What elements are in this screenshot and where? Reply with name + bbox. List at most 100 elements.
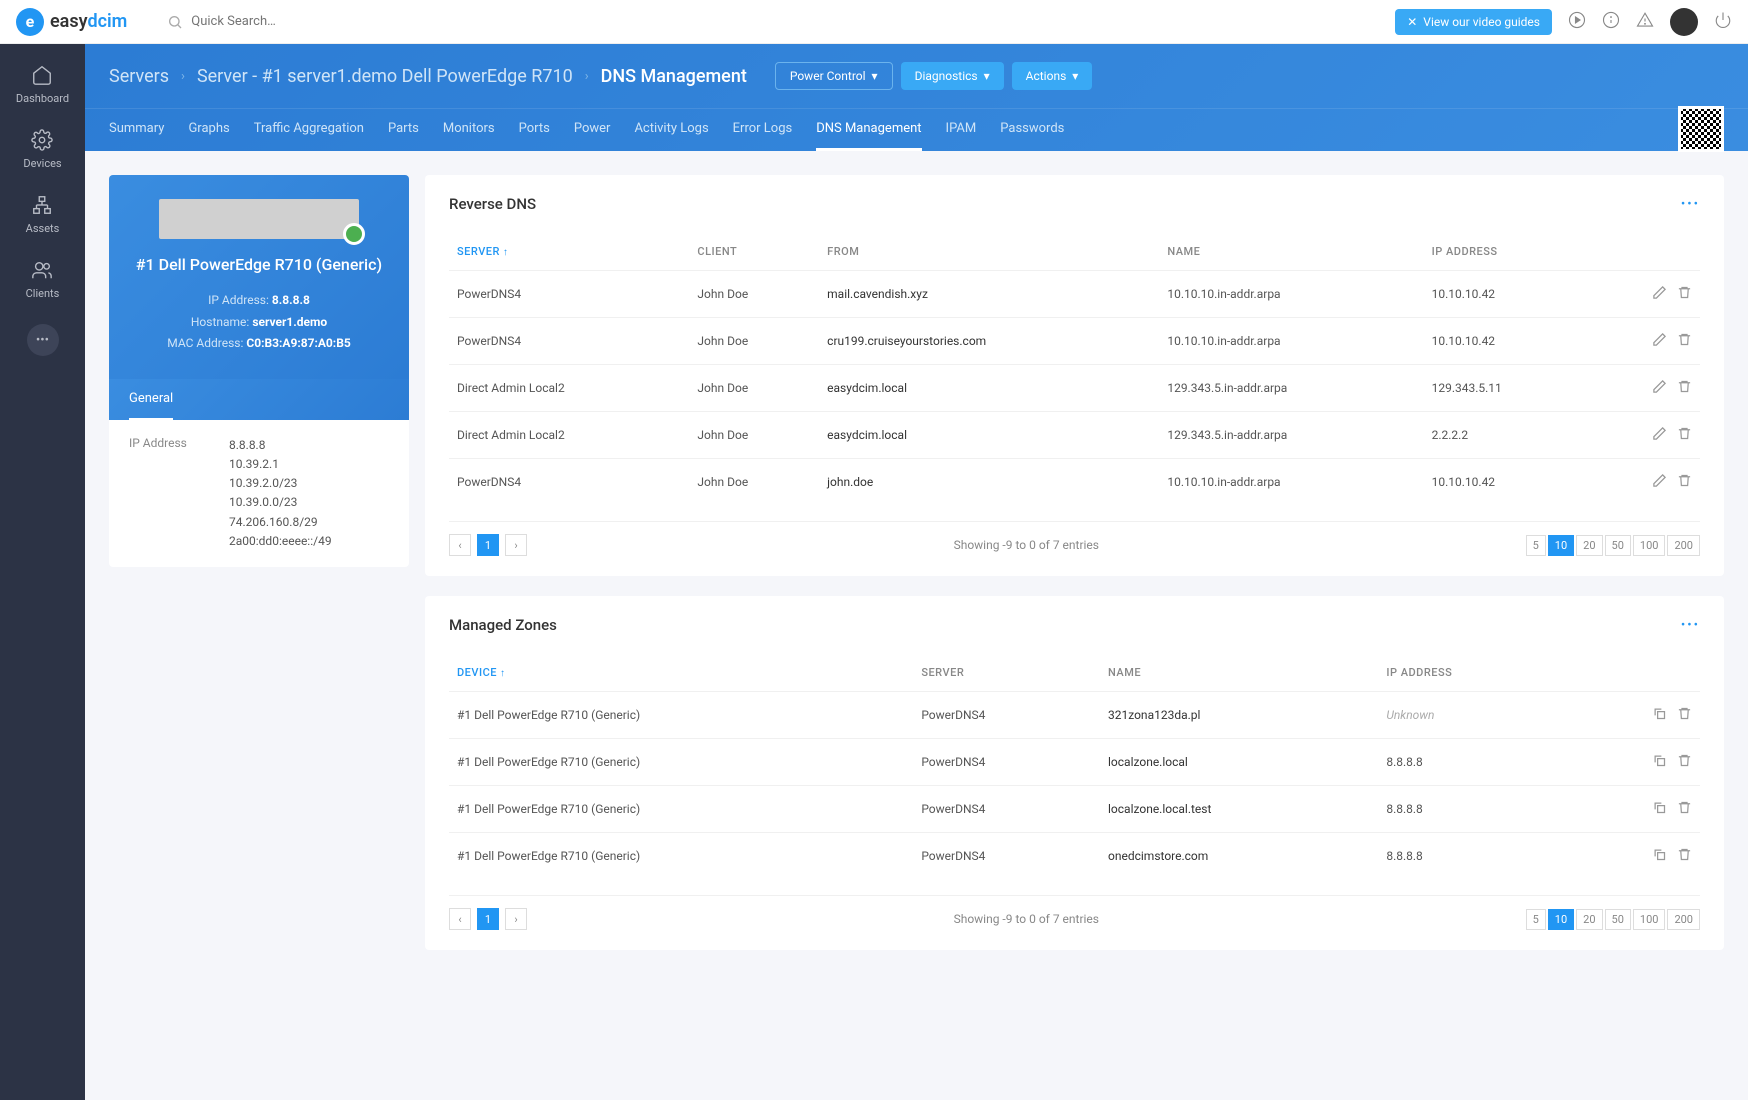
copy-icon[interactable] [1652, 753, 1667, 771]
copy-icon[interactable] [1652, 706, 1667, 724]
next-page[interactable]: › [505, 534, 527, 556]
actions-button[interactable]: Actions▾ [1012, 62, 1093, 90]
page-size[interactable]: 200 [1667, 535, 1700, 556]
delete-icon[interactable] [1677, 426, 1692, 444]
col-header[interactable]: DEVICE [449, 654, 913, 692]
sidebar-item-devices[interactable]: Devices [23, 129, 61, 170]
video-guides-button[interactable]: ✕ View our video guides [1395, 9, 1552, 35]
sidebar-item-dashboard[interactable]: Dashboard [16, 64, 69, 105]
delete-icon[interactable] [1677, 753, 1692, 771]
tab-parts[interactable]: Parts [388, 109, 419, 151]
delete-icon[interactable] [1677, 847, 1692, 865]
page-size[interactable]: 10 [1548, 909, 1574, 930]
delete-icon[interactable] [1677, 800, 1692, 818]
tab-dns-management[interactable]: DNS Management [816, 109, 921, 151]
page-size[interactable]: 100 [1633, 909, 1666, 930]
col-header[interactable]: SERVER [913, 654, 1100, 692]
panel-menu-icon[interactable]: ••• [1681, 618, 1700, 633]
page-size[interactable]: 20 [1576, 535, 1602, 556]
logo[interactable]: e easydcim [16, 8, 127, 36]
page-size[interactable]: 5 [1526, 909, 1546, 930]
col-header[interactable]: NAME [1159, 233, 1423, 271]
info-icon[interactable] [1602, 11, 1620, 33]
device-tab-general[interactable]: General [109, 379, 409, 420]
sidebar-item-assets[interactable]: Assets [26, 194, 60, 235]
tab-activity-logs[interactable]: Activity Logs [634, 109, 708, 151]
search-input[interactable] [191, 14, 391, 29]
search-box[interactable] [167, 14, 391, 30]
tab-error-logs[interactable]: Error Logs [733, 109, 793, 151]
delete-icon[interactable] [1677, 473, 1692, 491]
home-icon [31, 64, 53, 86]
edit-icon[interactable] [1652, 332, 1667, 350]
page-size[interactable]: 10 [1548, 535, 1574, 556]
topbar: e easydcim ✕ View our video guides [0, 0, 1748, 44]
chevron-down-icon: ▾ [1072, 69, 1078, 83]
col-header[interactable]: NAME [1100, 654, 1378, 692]
sidebar-more[interactable]: ••• [27, 324, 59, 356]
ip-list: 8.8.8.810.39.2.110.39.2.0/2310.39.0.0/23… [229, 436, 332, 551]
tab-monitors[interactable]: Monitors [443, 109, 495, 151]
power-icon[interactable] [1714, 11, 1732, 33]
edit-icon[interactable] [1652, 285, 1667, 303]
prev-page[interactable]: ‹ [449, 534, 471, 556]
chevron-right-icon: › [181, 69, 185, 84]
page-size[interactable]: 100 [1633, 535, 1666, 556]
copy-icon[interactable] [1652, 800, 1667, 818]
server-image [159, 199, 359, 239]
tab-passwords[interactable]: Passwords [1000, 109, 1064, 151]
page-size[interactable]: 20 [1576, 909, 1602, 930]
diagnostics-button[interactable]: Diagnostics▾ [901, 62, 1004, 90]
play-icon[interactable] [1568, 11, 1586, 33]
tab-summary[interactable]: Summary [109, 109, 164, 151]
copy-icon[interactable] [1652, 847, 1667, 865]
info-label: IP Address [129, 436, 209, 551]
sidebar-item-clients[interactable]: Clients [26, 259, 60, 300]
page-size[interactable]: 50 [1605, 535, 1631, 556]
tab-graphs[interactable]: Graphs [188, 109, 229, 151]
tab-ipam[interactable]: IPAM [946, 109, 977, 151]
table-row: PowerDNS4John Doejohn.doe10.10.10.in-add… [449, 459, 1700, 506]
delete-icon[interactable] [1677, 706, 1692, 724]
sidebar-item-label: Clients [26, 287, 60, 300]
prev-page[interactable]: ‹ [449, 908, 471, 930]
page-size[interactable]: 5 [1526, 535, 1546, 556]
panel-menu-icon[interactable]: ••• [1681, 197, 1700, 212]
tab-power[interactable]: Power [574, 109, 611, 151]
crumb-servers[interactable]: Servers [109, 66, 169, 87]
tab-ports[interactable]: Ports [519, 109, 550, 151]
alert-icon[interactable] [1636, 11, 1654, 33]
crumb-server[interactable]: Server - #1 server1.demo Dell PowerEdge … [197, 66, 573, 87]
col-header[interactable]: SERVER [449, 233, 689, 271]
table-row: PowerDNS4John Doecru199.cruiseyourstorie… [449, 318, 1700, 365]
col-header[interactable]: IP ADDRESS [1378, 654, 1569, 692]
edit-icon[interactable] [1652, 379, 1667, 397]
table-row: Direct Admin Local2John Doeeasydcim.loca… [449, 365, 1700, 412]
delete-icon[interactable] [1677, 285, 1692, 303]
pagination-info: Showing -9 to 0 of 7 entries [954, 912, 1099, 926]
edit-icon[interactable] [1652, 426, 1667, 444]
avatar[interactable] [1670, 8, 1698, 36]
chevron-down-icon: ▾ [872, 69, 878, 83]
main: Servers › Server - #1 server1.demo Dell … [85, 44, 1748, 1100]
page-number[interactable]: 1 [477, 908, 499, 930]
delete-icon[interactable] [1677, 332, 1692, 350]
col-header[interactable]: IP ADDRESS [1424, 233, 1592, 271]
table-row: PowerDNS4John Doemail.cavendish.xyz10.10… [449, 271, 1700, 318]
video-guides-label: View our video guides [1423, 15, 1540, 29]
qr-code[interactable] [1678, 106, 1724, 152]
logo-text: easydcim [50, 11, 127, 32]
power-control-button[interactable]: Power Control▾ [775, 62, 893, 90]
tab-traffic-aggregation[interactable]: Traffic Aggregation [254, 109, 364, 151]
edit-icon[interactable] [1652, 473, 1667, 491]
col-header[interactable]: FROM [819, 233, 1159, 271]
col-header[interactable]: CLIENT [689, 233, 819, 271]
close-icon: ✕ [1407, 15, 1417, 29]
page-number[interactable]: 1 [477, 534, 499, 556]
delete-icon[interactable] [1677, 379, 1692, 397]
page-size[interactable]: 50 [1605, 909, 1631, 930]
network-icon [31, 194, 53, 216]
page-size[interactable]: 200 [1667, 909, 1700, 930]
search-icon [167, 14, 183, 30]
next-page[interactable]: › [505, 908, 527, 930]
